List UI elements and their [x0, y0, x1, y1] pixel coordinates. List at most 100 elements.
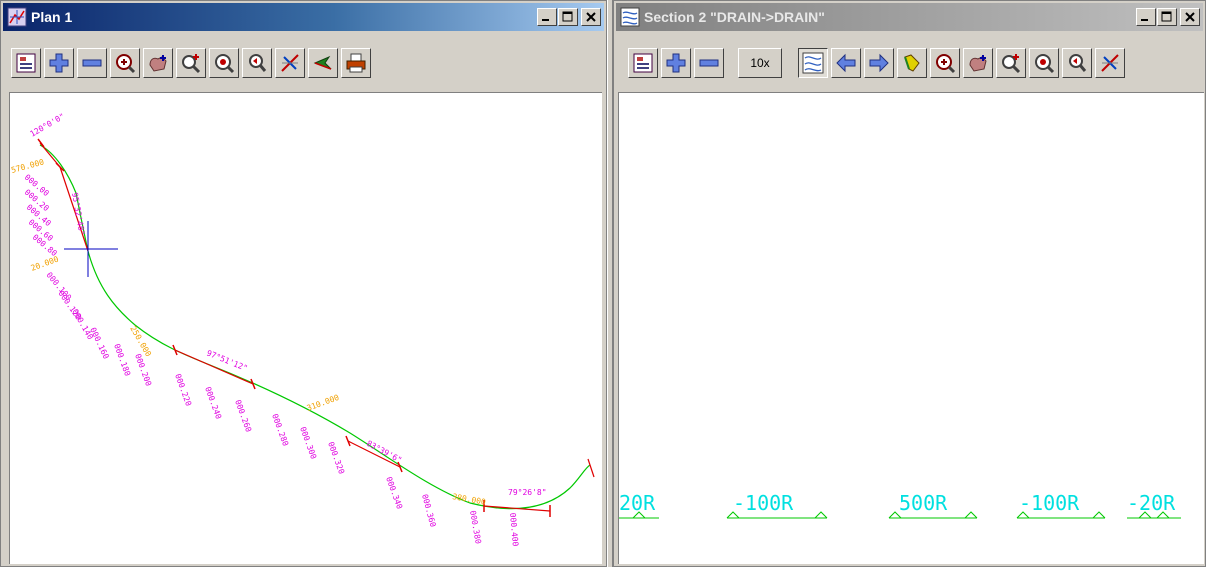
plan-window: Plan 1 120°0'0" 95°32'48" 97°51'12" 83°3…: [0, 0, 607, 567]
plan-drawing: 120°0'0" 95°32'48" 97°51'12" 83°39'6" 79…: [10, 112, 595, 547]
measure-icon: [313, 55, 332, 70]
angle-label: 97°51'12": [205, 349, 249, 374]
radius-label: 500R: [899, 491, 948, 515]
next-section-button[interactable]: [864, 48, 894, 78]
chainage-label: 000.360: [420, 493, 437, 528]
zoom-in-icon: [666, 53, 686, 73]
angle-label: 95°32'48": [70, 192, 86, 236]
angle-label: 120°0'0": [29, 112, 67, 139]
chainage-label: 000.320: [326, 441, 346, 476]
angle-label: 79°26'8": [508, 488, 547, 497]
chainage-label: 000.380: [468, 510, 483, 545]
close-button[interactable]: [581, 8, 601, 26]
zoom-in-icon: [49, 53, 69, 73]
pick-button[interactable]: [897, 48, 927, 78]
zoom-window-button[interactable]: [996, 48, 1026, 78]
cross-section-icon: [281, 54, 299, 72]
zoom-fit-icon: [116, 54, 136, 74]
zoom-previous-button[interactable]: [242, 48, 272, 78]
zoom-fit-icon: [936, 54, 956, 74]
section-window-icon: [620, 7, 640, 27]
zoom-previous-icon: [249, 54, 267, 72]
pan-button[interactable]: [963, 48, 993, 78]
cross-section-icon: [1101, 54, 1119, 72]
pick-icon: [904, 54, 920, 72]
plan-titlebar[interactable]: Plan 1: [3, 3, 604, 31]
section-toggle-button[interactable]: [798, 48, 828, 78]
zoom-out-icon: [699, 59, 719, 67]
pan-icon: [149, 55, 167, 72]
plan-toolbar: [3, 33, 604, 91]
cross-section-button[interactable]: [1095, 48, 1125, 78]
maximize-icon: [562, 11, 573, 22]
zoom-fit-button[interactable]: [930, 48, 960, 78]
maximize-icon: [1161, 11, 1172, 22]
radius-label: 20R: [619, 491, 656, 515]
chainage-label: 000.160: [88, 326, 110, 361]
zoom-center-icon: [1035, 54, 1055, 74]
section-drawing: 20R -100R 500R -100R -20R: [619, 491, 1181, 519]
minimize-icon: [1141, 19, 1148, 21]
scale-10x-button[interactable]: 10x: [738, 48, 782, 78]
zoom-center-button[interactable]: [209, 48, 239, 78]
radius-label: -100R: [733, 491, 794, 515]
plot-icon: [16, 53, 36, 73]
zoom-center-button[interactable]: [1029, 48, 1059, 78]
radius-label: -100R: [1019, 491, 1080, 515]
zoom-previous-icon: [1069, 54, 1087, 72]
plan-canvas[interactable]: 120°0'0" 95°32'48" 97°51'12" 83°39'6" 79…: [9, 92, 602, 564]
close-button[interactable]: [1180, 8, 1200, 26]
minimize-icon: [542, 19, 549, 21]
minimize-button[interactable]: [537, 8, 557, 26]
section-toolbar: 10x: [616, 33, 1203, 91]
close-icon: [586, 12, 596, 22]
next-section-icon: [869, 53, 889, 73]
zoom-out-button[interactable]: [694, 48, 724, 78]
plot-icon: [633, 53, 653, 73]
section-toggle-icon: [802, 52, 824, 74]
previous-section-icon: [836, 53, 856, 73]
pan-icon: [969, 55, 987, 72]
previous-section-button[interactable]: [831, 48, 861, 78]
chainage-label: 000.260: [233, 399, 253, 434]
plan-window-icon: [7, 7, 27, 27]
radius-label: -20R: [1127, 491, 1176, 515]
section-canvas[interactable]: 20R -100R 500R -100R -20R: [618, 92, 1204, 564]
maximize-button[interactable]: [1157, 8, 1177, 26]
section-titlebar[interactable]: Section 2 "DRAIN->DRAIN": [616, 3, 1203, 31]
plot-button[interactable]: [628, 48, 658, 78]
zoom-window-button[interactable]: [176, 48, 206, 78]
zoom-in-button[interactable]: [44, 48, 74, 78]
plan-window-title: Plan 1: [31, 9, 73, 25]
print-icon: [346, 53, 366, 73]
zoom-previous-button[interactable]: [1062, 48, 1092, 78]
measure-button[interactable]: [308, 48, 338, 78]
chainage-labels: 120°0'0" 95°32'48" 97°51'12" 83°39'6" 79…: [23, 112, 547, 547]
chainage-label: 000.300: [298, 426, 318, 461]
scale-10x-label: 10x: [750, 56, 770, 70]
chainage-label: 000.400: [508, 512, 520, 547]
plot-button[interactable]: [11, 48, 41, 78]
zoom-out-button[interactable]: [77, 48, 107, 78]
section-window: Section 2 "DRAIN->DRAIN" 10x 20R -100R 5…: [613, 0, 1206, 567]
zoom-out-icon: [82, 59, 102, 67]
orange-label: 20.000: [30, 254, 60, 272]
chainage-label: 000.200: [133, 353, 153, 388]
chainage-label: 000.280: [270, 413, 290, 448]
orange-label: 380.000: [452, 492, 487, 507]
minimize-button[interactable]: [1136, 8, 1156, 26]
zoom-center-icon: [215, 54, 235, 74]
print-button[interactable]: [341, 48, 371, 78]
section-window-title: Section 2 "DRAIN->DRAIN": [644, 9, 825, 25]
crosshair-cursor: [64, 221, 118, 277]
cross-section-button[interactable]: [275, 48, 305, 78]
ip-markers: [37, 138, 551, 517]
zoom-window-icon: [1002, 54, 1021, 74]
orange-label: 310.000: [306, 393, 341, 413]
zoom-in-button[interactable]: [661, 48, 691, 78]
pan-button[interactable]: [143, 48, 173, 78]
zoom-fit-button[interactable]: [110, 48, 140, 78]
chainage-label: 000.340: [384, 476, 404, 511]
maximize-button[interactable]: [558, 8, 578, 26]
chainage-label: 000.220: [173, 373, 193, 408]
